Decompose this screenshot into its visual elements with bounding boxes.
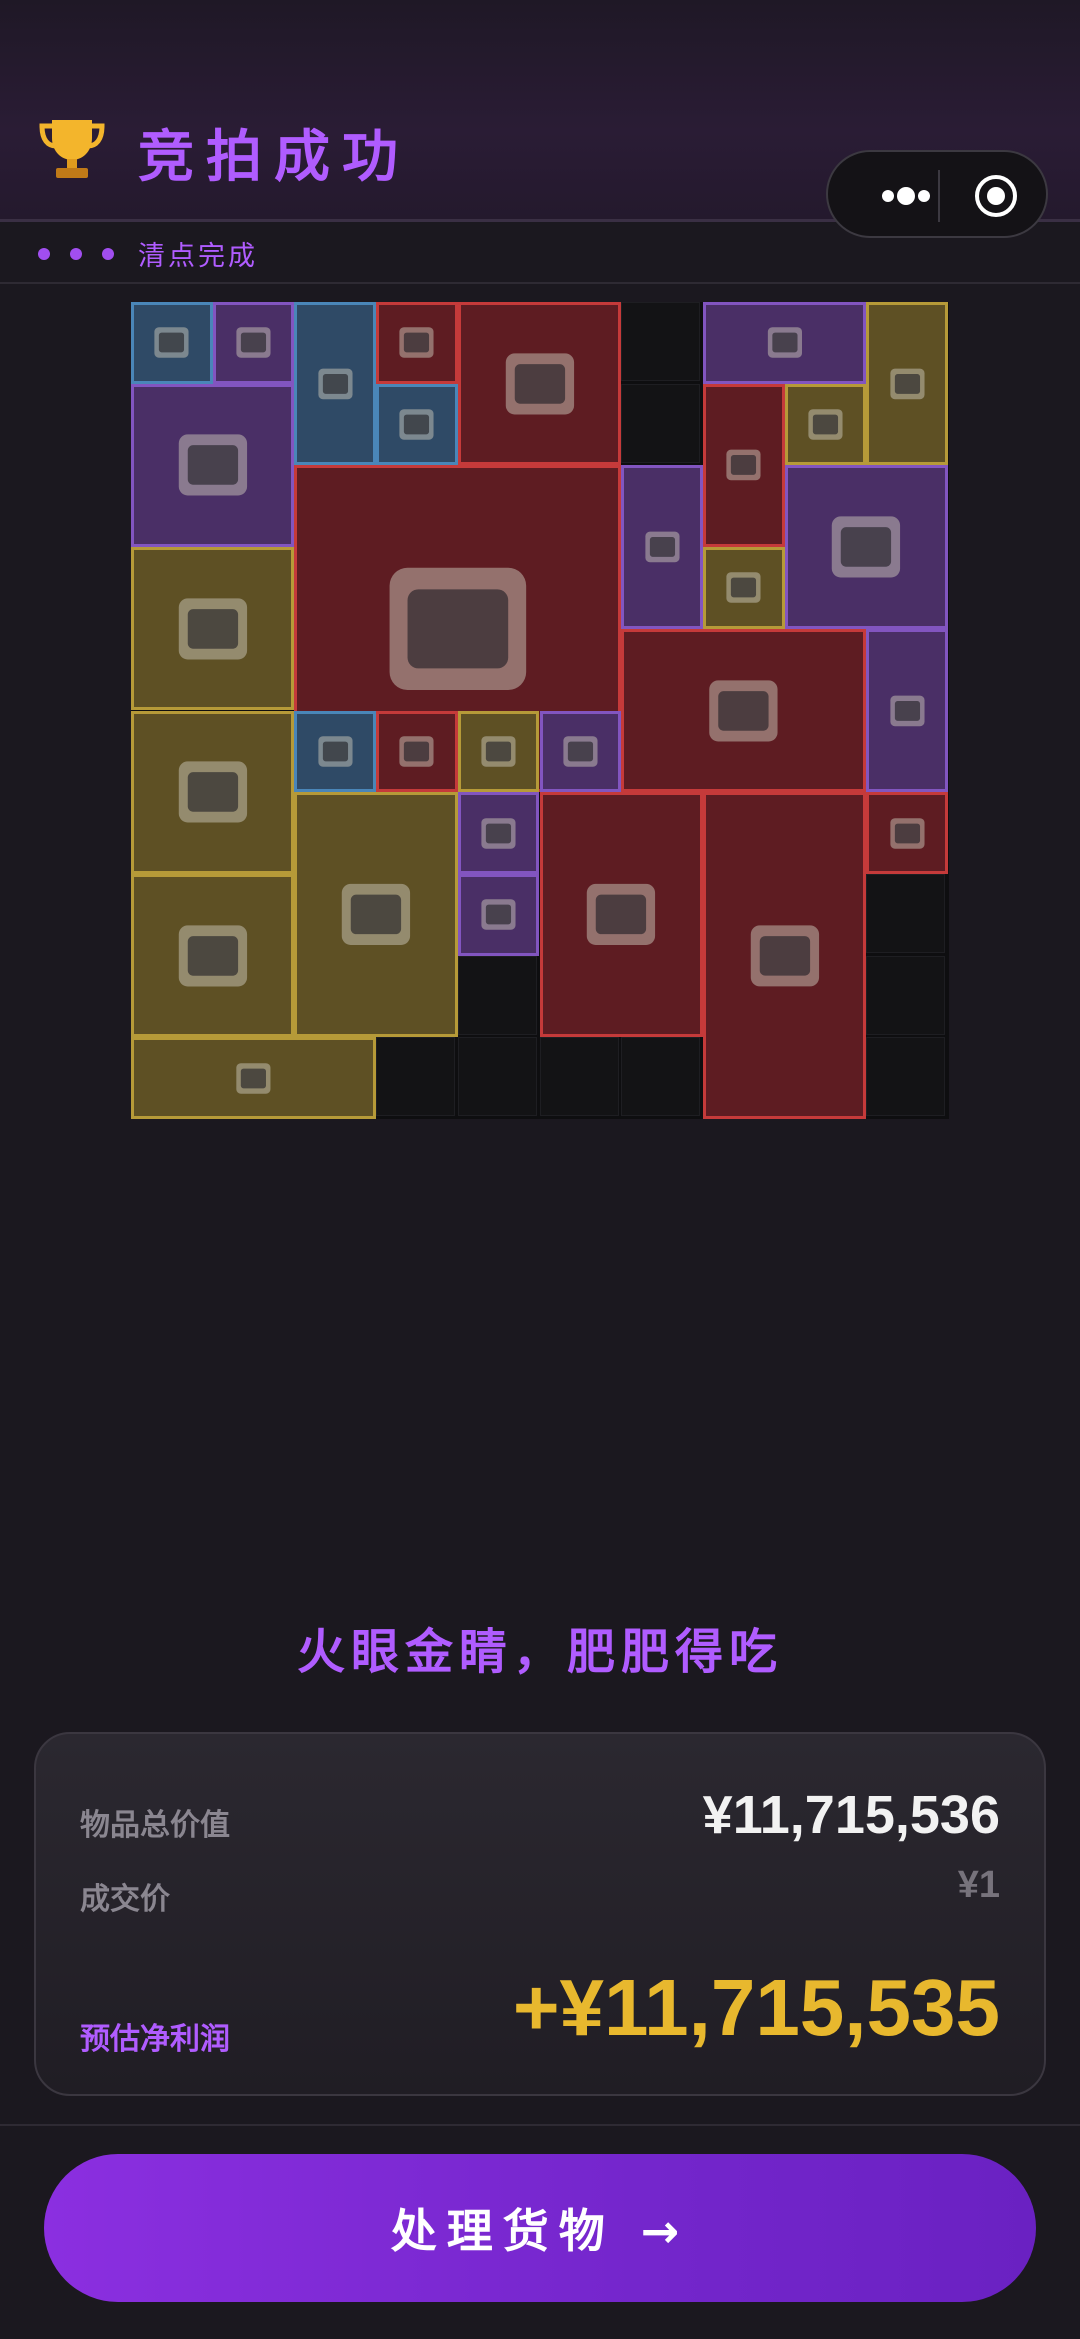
item-graphic [318, 736, 353, 767]
status-dot-icon [38, 248, 50, 260]
knife-icon[interactable] [539, 710, 622, 793]
tea-tin-2-icon[interactable] [376, 710, 458, 793]
item-graphic [236, 1062, 271, 1094]
pen-2-icon[interactable] [457, 873, 540, 956]
empty-slot [621, 1037, 701, 1117]
aed-kit-icon[interactable] [539, 792, 703, 1038]
profit-value: +¥11,715,535 [512, 1963, 1000, 2052]
reactor-2-icon[interactable] [131, 873, 295, 1038]
item-graphic [399, 327, 434, 359]
item-graphic [644, 531, 680, 563]
total-value-label: 物品总价值 [80, 1808, 230, 1843]
empty-slot [457, 955, 537, 1035]
item-graphic [890, 368, 925, 399]
item-graphic [481, 736, 516, 767]
camera-lens-icon[interactable] [702, 302, 867, 384]
item-graphic [767, 327, 802, 359]
item-graphic [399, 409, 434, 440]
deal-price-label: 成交价 [80, 1882, 170, 1917]
empty-slot [457, 1037, 537, 1117]
page-title: 竞拍成功 [138, 125, 410, 190]
inventory-grid [131, 302, 949, 1119]
item-graphic [563, 736, 598, 767]
header-bar: 竞拍成功 [0, 0, 1080, 238]
ticket-icon[interactable] [702, 383, 785, 548]
item-graphic [178, 434, 247, 496]
coffee-machine-icon[interactable] [784, 465, 948, 629]
item-graphic [587, 884, 656, 946]
centrifuge-icon[interactable] [131, 383, 295, 548]
summary-card: 物品总价值 ¥11,715,536 成交价 ¥1 预估净利润 +¥11,715,… [34, 1732, 1046, 2096]
item-graphic [399, 736, 434, 767]
ammo-crate-icon[interactable] [131, 547, 295, 711]
total-value: ¥11,715,536 [702, 1785, 1000, 1845]
item-graphic [481, 817, 516, 849]
multimeter-icon[interactable] [702, 547, 785, 629]
item-graphic [318, 368, 353, 399]
status-label: 清点完成 [138, 241, 258, 272]
empty-slot [866, 873, 946, 953]
smartwatch-icon[interactable] [376, 383, 458, 466]
empty-slot [621, 383, 701, 463]
item-graphic [890, 817, 925, 849]
item-graphic [178, 598, 247, 660]
item-graphic [709, 679, 778, 742]
coffee-box-icon[interactable] [866, 302, 948, 466]
telescope-icon[interactable] [294, 302, 377, 466]
battery-cell-icon[interactable] [457, 792, 540, 874]
reactor-icon[interactable] [131, 710, 295, 874]
target-close-icon[interactable] [972, 172, 1020, 220]
process-goods-button[interactable]: 处理货物 → [44, 2154, 1036, 2302]
empty-slot [621, 302, 701, 381]
usb-drive-icon[interactable] [866, 792, 948, 874]
medicine-bottle-icon[interactable] [294, 710, 377, 793]
more-dots-icon[interactable] [858, 174, 948, 218]
item-graphic [236, 327, 271, 359]
item-graphic [890, 695, 925, 726]
profit-label: 预估净利润 [80, 2022, 230, 2057]
tablet-icon[interactable] [131, 302, 213, 384]
item-graphic [481, 899, 516, 930]
capsule-divider [938, 170, 940, 222]
oximeter-icon[interactable] [784, 383, 867, 466]
empty-slot [376, 1037, 456, 1117]
item-graphic [178, 761, 247, 823]
item-graphic [750, 925, 819, 987]
pearls-icon[interactable] [457, 710, 540, 793]
footer-divider [0, 2124, 1080, 2126]
item-graphic [389, 567, 527, 690]
status-dot-icon [70, 248, 82, 260]
tea-tin-icon[interactable] [376, 302, 458, 384]
item-graphic [726, 572, 761, 604]
slogan-text: 火眼金睛，肥肥得吃 [296, 1624, 783, 1680]
empty-slot [866, 1037, 946, 1117]
field-laptop-case-icon[interactable] [457, 302, 622, 466]
deal-price-value: ¥1 [957, 1864, 1000, 1906]
trophy-icon [39, 120, 105, 178]
item-graphic [832, 516, 901, 578]
item-graphic [341, 884, 411, 946]
item-graphic [178, 925, 247, 987]
empty-slot [539, 1037, 619, 1117]
item-graphic [154, 327, 189, 359]
item-graphic [726, 450, 761, 481]
rock-sample-icon[interactable] [621, 465, 703, 629]
status-bar: 清点完成 [0, 222, 1080, 284]
red-case-icon[interactable] [131, 1037, 377, 1119]
empty-slot [866, 955, 946, 1035]
golden-arrow-icon[interactable] [866, 628, 948, 793]
vr-headset-icon[interactable] [621, 628, 867, 793]
power-station-icon[interactable] [294, 792, 458, 1038]
status-dot-icon [102, 248, 114, 260]
porcelain-vase-icon[interactable] [702, 792, 867, 1119]
item-graphic [505, 353, 574, 415]
item-graphic [808, 409, 843, 440]
pen-icon[interactable] [212, 302, 295, 384]
